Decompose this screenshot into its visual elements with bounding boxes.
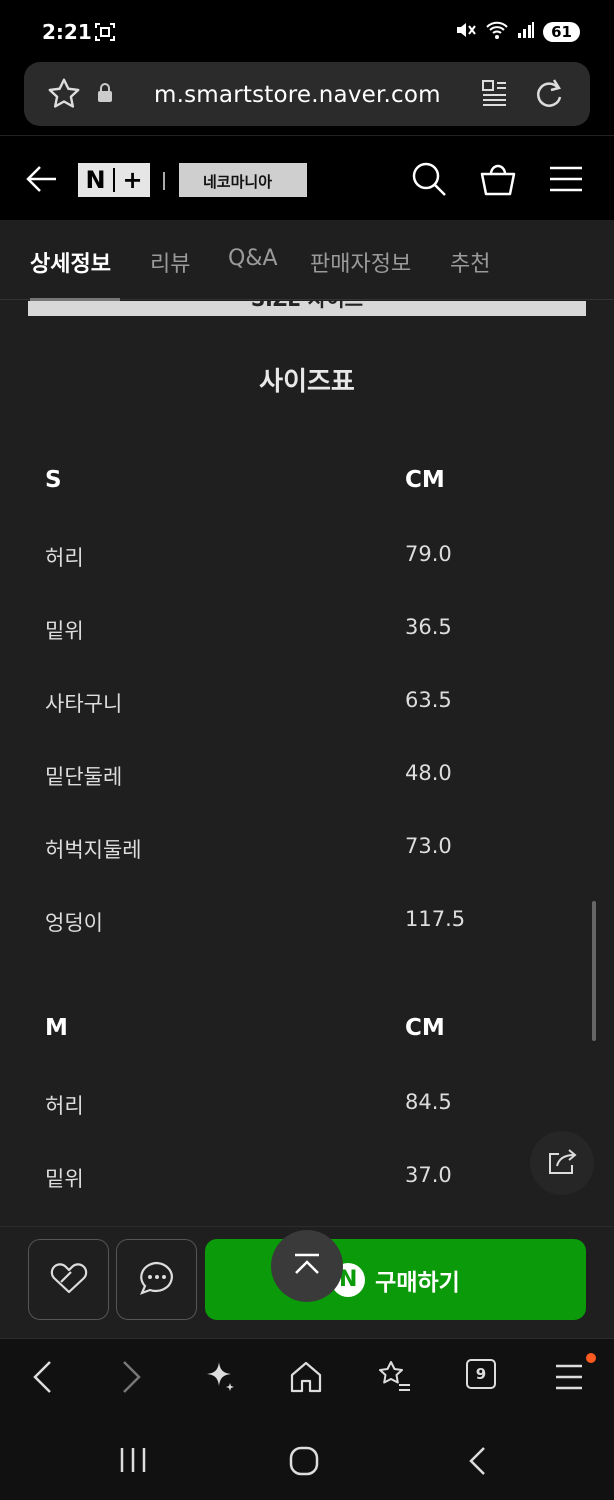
size-banner: SIZE 사이즈 <box>28 301 586 316</box>
status-bar: 2:21 61 <box>0 0 614 60</box>
table-row: 밑단둘레 48.0 <box>0 755 614 795</box>
tab-seller-info[interactable]: 판매자정보 <box>310 246 411 278</box>
tab-detail[interactable]: 상세정보 <box>30 246 111 278</box>
measure-name: 밑위 <box>45 619 84 643</box>
content-scrollbar[interactable] <box>592 901 596 1041</box>
browser-back-icon[interactable] <box>30 1359 56 1399</box>
table-row: 엉덩이 117.5 <box>0 901 614 941</box>
table-row: 사타구니 63.5 <box>0 682 614 722</box>
url-text[interactable]: m.smartstore.naver.com <box>154 82 441 108</box>
size-label: M <box>45 1015 68 1041</box>
nplus-plus: + <box>122 166 143 194</box>
measure-name: 엉덩이 <box>45 911 103 935</box>
table-row: 허리 79.0 <box>0 536 614 576</box>
table-row: 허리 84.5 <box>0 1084 614 1124</box>
product-tabs: 상세정보 리뷰 Q&A 판매자정보 추천 <box>0 220 614 301</box>
tab-qna[interactable]: Q&A <box>228 246 278 271</box>
home-icon[interactable] <box>288 1359 324 1399</box>
signal-icon <box>517 21 535 43</box>
measure-value: 63.5 <box>405 688 452 712</box>
buy-button[interactable]: N 구매하기 <box>205 1239 586 1320</box>
measure-name: 밑단둘레 <box>45 765 123 789</box>
store-header: N + 네코마니아 <box>0 135 614 220</box>
reload-icon[interactable] <box>532 76 566 114</box>
back-arrow-icon[interactable] <box>24 164 58 198</box>
product-detail-content: SIZE 사이즈 사이즈표 S CM 허리 79.0 밑위 36.5 사타구니 … <box>0 301 614 1236</box>
search-icon[interactable] <box>410 160 448 202</box>
table-row: 허벅지둘레 73.0 <box>0 828 614 868</box>
system-navigation-bar <box>0 1420 614 1500</box>
nplus-n: N <box>85 166 106 194</box>
measure-value: 37.0 <box>405 1163 452 1187</box>
talktalk-button[interactable] <box>116 1239 197 1320</box>
unit-label: CM <box>405 1015 445 1041</box>
measure-name: 밑위 <box>45 1167 84 1191</box>
measure-value: 84.5 <box>405 1090 452 1114</box>
measure-name: 허벅지둘레 <box>45 838 142 862</box>
table-row: 밑위 37.0 <box>0 1157 614 1197</box>
shop-logo[interactable]: 네코마니아 <box>179 163 307 197</box>
lock-icon <box>96 82 114 108</box>
system-back-icon[interactable] <box>466 1446 488 1480</box>
measure-value: 48.0 <box>405 761 452 785</box>
browser-bottom-nav: 9 <box>0 1338 614 1420</box>
measure-value: 79.0 <box>405 542 452 566</box>
address-bar[interactable]: m.smartstore.naver.com <box>24 62 590 126</box>
browser-menu-icon[interactable] <box>554 1363 584 1395</box>
tab-recommend[interactable]: 추천 <box>450 246 490 278</box>
recent-apps-icon[interactable] <box>118 1446 148 1478</box>
tabs-counter[interactable]: 9 <box>466 1359 496 1389</box>
scroll-to-top-button[interactable] <box>271 1230 343 1302</box>
measure-name: 허리 <box>45 1094 84 1118</box>
wifi-icon <box>485 20 509 44</box>
browser-forward-icon[interactable] <box>118 1359 144 1399</box>
shopping-bag-icon[interactable] <box>478 160 518 202</box>
buy-button-label: 구매하기 <box>375 1269 460 1296</box>
browser-toolbar: m.smartstore.naver.com <box>0 60 614 135</box>
shop-name: 네코마니아 <box>203 173 273 191</box>
battery-indicator: 61 <box>543 22 580 42</box>
scroll-top-arrow-icon <box>292 1253 322 1279</box>
measure-name: 사타구니 <box>45 692 123 716</box>
share-icon <box>545 1146 579 1180</box>
screenshot-icon <box>94 22 116 46</box>
mute-icon <box>455 20 477 44</box>
notification-dot <box>586 1353 596 1363</box>
naver-plus-logo[interactable]: N + <box>78 163 150 197</box>
bookmark-star-icon[interactable] <box>46 76 82 116</box>
table-row: 밑위 36.5 <box>0 609 614 649</box>
reader-mode-icon[interactable] <box>480 78 508 112</box>
status-time: 2:21 <box>42 20 92 44</box>
ai-sparkle-icon[interactable] <box>202 1359 236 1397</box>
measure-value: 117.5 <box>405 907 466 931</box>
measure-name: 허리 <box>45 546 84 570</box>
measure-value: 73.0 <box>405 834 452 858</box>
hamburger-menu-icon[interactable] <box>548 164 584 198</box>
size-header-row: M CM <box>0 1009 614 1049</box>
home-circle-icon[interactable] <box>289 1446 319 1480</box>
size-label: S <box>45 467 62 493</box>
heart-icon <box>49 1260 89 1300</box>
tab-review[interactable]: 리뷰 <box>150 246 190 278</box>
unit-label: CM <box>405 467 445 493</box>
chat-bubble-icon <box>138 1260 176 1300</box>
purchase-bar: N 구매하기 <box>0 1226 614 1338</box>
share-button[interactable] <box>530 1131 594 1195</box>
bookmarks-icon[interactable] <box>375 1359 413 1399</box>
size-table-title: 사이즈표 <box>259 367 355 397</box>
header-divider <box>163 172 165 190</box>
measure-value: 36.5 <box>405 615 452 639</box>
size-header-row: S CM <box>0 461 614 501</box>
wishlist-button[interactable] <box>28 1239 109 1320</box>
